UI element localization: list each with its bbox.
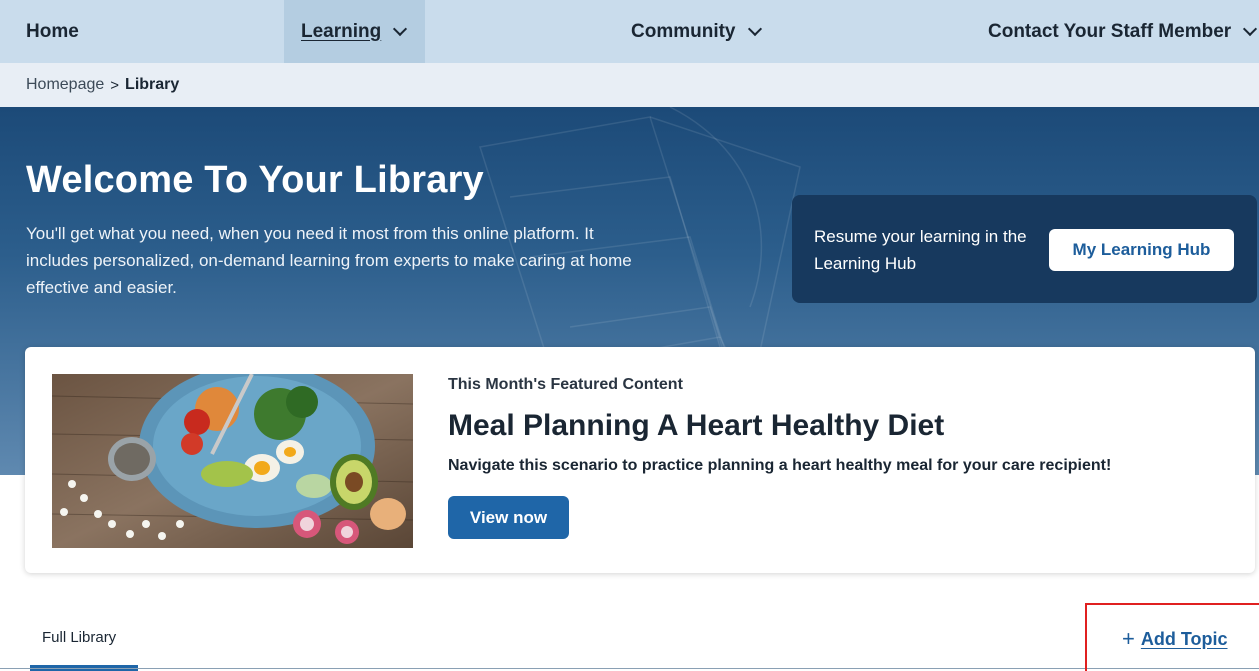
- featured-content-card: This Month's Featured Content Meal Plann…: [25, 347, 1255, 573]
- nav-community-label: Community: [631, 20, 736, 42]
- breadcrumb: Homepage > Library: [0, 63, 1259, 107]
- nav-learning-label: Learning: [301, 20, 382, 42]
- breadcrumb-homepage[interactable]: Homepage: [26, 76, 104, 94]
- plus-icon: +: [1122, 626, 1135, 651]
- tab-full-library-label: Full Library: [42, 629, 117, 646]
- featured-description: Navigate this scenario to practice plann…: [448, 457, 1112, 474]
- featured-label: This Month's Featured Content: [448, 376, 683, 393]
- chevron-down-icon: [393, 21, 408, 36]
- nav-community[interactable]: Community: [631, 0, 762, 63]
- resume-text: Resume your learning in the Learning Hub: [814, 227, 1027, 273]
- hero-description: You'll get what you need, when you need …: [26, 224, 632, 297]
- tabs-divider: [0, 668, 1259, 669]
- top-navigation: Home Learning Community Contact Your Sta…: [0, 0, 1259, 63]
- chevron-down-icon: [1243, 21, 1258, 36]
- nav-home-label: Home: [26, 20, 79, 42]
- breadcrumb-separator: >: [110, 76, 120, 94]
- my-learning-hub-button[interactable]: My Learning Hub: [1049, 229, 1234, 271]
- nav-contact[interactable]: Contact Your Staff Member: [988, 0, 1258, 63]
- breadcrumb-current: Library: [125, 76, 180, 93]
- chevron-down-icon: [747, 21, 762, 36]
- nav-home[interactable]: Home: [26, 0, 79, 63]
- nav-learning[interactable]: Learning: [284, 0, 425, 63]
- resume-learning-panel: Resume your learning in the Learning Hub…: [792, 195, 1257, 303]
- nav-contact-label: Contact Your Staff Member: [988, 20, 1232, 42]
- food-bowl-icon: [52, 374, 413, 548]
- view-now-button[interactable]: View now: [448, 496, 569, 539]
- featured-title: Meal Planning A Heart Healthy Diet: [448, 409, 945, 442]
- featured-image: [52, 374, 413, 548]
- add-topic-button[interactable]: + Add Topic: [1122, 628, 1228, 650]
- page-title: Welcome To Your Library: [26, 159, 484, 201]
- tab-full-library[interactable]: Full Library: [30, 621, 138, 671]
- add-topic-label: Add Topic: [1140, 628, 1228, 649]
